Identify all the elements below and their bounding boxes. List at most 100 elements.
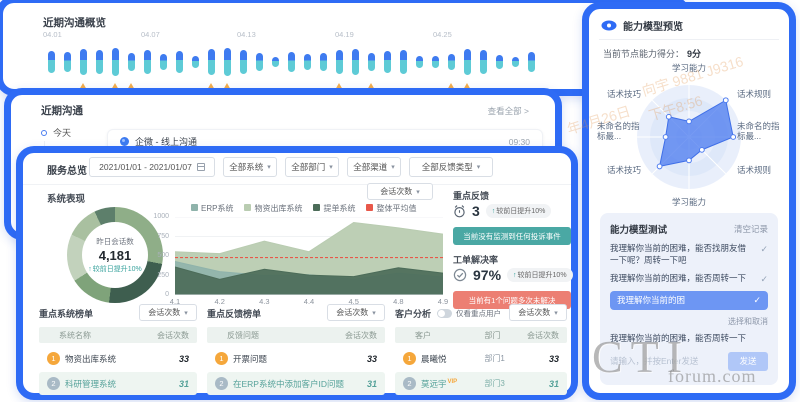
radar-label-nw: 话术技巧 — [607, 89, 641, 99]
date-label: 04.25 — [433, 30, 452, 39]
y-tick: 500 — [157, 252, 169, 259]
radar-label-w: 未命名的指标最... — [597, 121, 641, 141]
send-button[interactable]: 发送 — [728, 352, 768, 371]
ticket-trend-badge: 较前日提升10% — [507, 268, 573, 282]
recent-title: 近期沟通 — [41, 103, 83, 118]
table-title: 重点系统榜单 — [39, 307, 93, 320]
timeline-dot-icon — [41, 130, 47, 136]
area-chart — [175, 217, 443, 295]
bubble — [219, 42, 235, 82]
table-customer-analysis: 客户分析仅看重点用户会话次数客户部门会话次数1晨曦悦部门1332莫远宇VIP部门… — [395, 303, 567, 385]
bubble — [203, 42, 219, 82]
bubble — [187, 42, 203, 82]
bubble — [411, 42, 427, 82]
message-item[interactable]: 我理解你当前的困难，能否周转一下 — [610, 273, 768, 286]
legend-item[interactable]: 物资出库系统 — [244, 203, 302, 214]
calendar-icon — [197, 163, 205, 171]
area-chart-legend: ERP系统物资出库系统提单系统整体平均值 — [191, 203, 416, 214]
message-text: 我理解你当前的困难，能否周转一下 — [610, 273, 754, 285]
row-value: 33 — [179, 354, 189, 364]
filter-department[interactable]: 全部部门 — [285, 157, 339, 177]
y-tick: 250 — [157, 272, 169, 279]
legend-item[interactable]: 提单系统 — [313, 203, 355, 214]
table-sort-dropdown[interactable]: 会话次数 — [139, 304, 197, 321]
timeline-today: 今天 — [41, 126, 71, 139]
bubble-chart — [43, 42, 539, 82]
donut-center-value: 4,181 — [99, 248, 132, 263]
table-row[interactable]: 1物资出库系统33 — [39, 347, 197, 370]
alarm-icon — [453, 204, 466, 218]
row-name: 在ERP系统中添加客户ID问题 — [233, 378, 344, 390]
service-title: 服务总览 — [47, 162, 87, 177]
bubble — [251, 42, 267, 82]
filter-system[interactable]: 全部系统 — [223, 157, 277, 177]
radar-label-s: 学习能力 — [599, 197, 779, 207]
row-name: 开票问题 — [233, 353, 267, 365]
table-top-systems: 重点系统榜单会话次数系统名称会话次数1物资出库系统332科研管理系统31 — [39, 303, 197, 385]
overview-title: 近期沟通概览 — [43, 15, 106, 30]
legend-item[interactable]: 整体平均值 — [366, 203, 416, 214]
col-header: 部门 — [484, 330, 500, 341]
rank-badge: 2 — [215, 377, 228, 390]
clear-records-link[interactable]: 清空记录 — [734, 223, 768, 235]
score-value: 9分 — [687, 49, 701, 59]
chart-metric-dropdown[interactable]: 会话次数 — [367, 183, 433, 200]
view-all-link[interactable]: 查看全部 > — [488, 105, 529, 117]
col-header: 会话次数 — [527, 330, 559, 341]
message-item-selected[interactable]: 我理解你当前的困 — [610, 291, 768, 310]
y-tick: 0 — [165, 291, 169, 298]
radar-label-sw: 话术技巧 — [607, 165, 641, 175]
table-row[interactable]: 2科研管理系统31 — [39, 372, 197, 395]
row-name: 科研管理系统 — [65, 378, 116, 390]
vip-badge: VIP — [448, 379, 458, 385]
panel-service-overview: 服务总览 2021/01/01 - 2021/01/07 全部系统 全部部门 全… — [16, 146, 578, 400]
message-text: 我理解你当前的困难，能否找朋友借一下呢？周转一下吧 — [610, 243, 754, 267]
row-value: 33 — [367, 354, 377, 364]
filter-channel[interactable]: 全部渠道 — [347, 157, 401, 177]
key-users-toggle[interactable] — [437, 309, 452, 318]
bubble — [363, 42, 379, 82]
table-sort-dropdown[interactable]: 会话次数 — [509, 304, 567, 321]
bubble — [155, 42, 171, 82]
bubble — [475, 42, 491, 82]
col-header: 反馈问题 — [215, 330, 259, 341]
bubble — [331, 42, 347, 82]
test-title: 能力模型测试 — [610, 222, 667, 236]
feedback-card-title: 重点反馈 — [453, 189, 489, 202]
rank-badge: 1 — [215, 352, 228, 365]
bubble — [379, 42, 395, 82]
ability-test-section: 能力模型测试 清空记录 我理解你当前的困难，能否找朋友借一下呢？周转一下吧我理解… — [600, 213, 778, 385]
table-sort-dropdown[interactable]: 会话次数 — [327, 304, 385, 321]
table-row[interactable]: 2在ERP系统中添加客户ID问题31 — [207, 372, 385, 395]
date-range-picker[interactable]: 2021/01/01 - 2021/01/07 — [89, 157, 215, 177]
ticket-card-row: 97% 较前日提升10% — [453, 267, 573, 283]
select-cancel-action[interactable]: 选择和取消 — [610, 316, 768, 327]
bubble — [267, 42, 283, 82]
message-item[interactable]: 我理解你当前的困难，能否找朋友借一下呢？周转一下吧 — [610, 243, 768, 267]
wecom-icon — [120, 137, 129, 146]
filter-feedback-type[interactable]: 全部反馈类型 — [409, 157, 493, 177]
y-tick: 750 — [157, 233, 169, 240]
row-value: 31 — [549, 379, 559, 389]
rank-badge: 2 — [403, 377, 416, 390]
table-row[interactable]: 1 开票问题 33 — [207, 347, 385, 370]
bubble — [171, 42, 187, 82]
panel-ability-model: 能力模型预览 当前节点能力得分：9分 学习能力 话术规则 未命名的指标最... … — [582, 2, 796, 400]
bubble — [315, 42, 331, 82]
table-row[interactable]: 2莫远宇VIP部门331 — [395, 372, 567, 395]
table-row[interactable]: 1晨曦悦部门133 — [395, 347, 567, 370]
legend-item[interactable]: ERP系统 — [191, 203, 233, 214]
chat-input[interactable] — [610, 356, 728, 366]
radar-label-e: 未命名的指标最... — [737, 121, 781, 141]
bubble — [347, 42, 363, 82]
bubble — [107, 42, 123, 82]
feedback-trend-badge: 较前日提升10% — [486, 204, 552, 218]
bubble — [459, 42, 475, 82]
col-header: 会话次数 — [345, 330, 377, 341]
date-label: 04.19 — [335, 30, 354, 39]
row-dept: 部门1 — [484, 353, 504, 364]
row-name: 晨曦悦 — [421, 353, 447, 365]
message-item[interactable]: 我理解你当前的困难，能否周转一下 — [610, 333, 768, 345]
score-label: 当前节点能力得分： — [603, 49, 684, 59]
bubble — [443, 42, 459, 82]
